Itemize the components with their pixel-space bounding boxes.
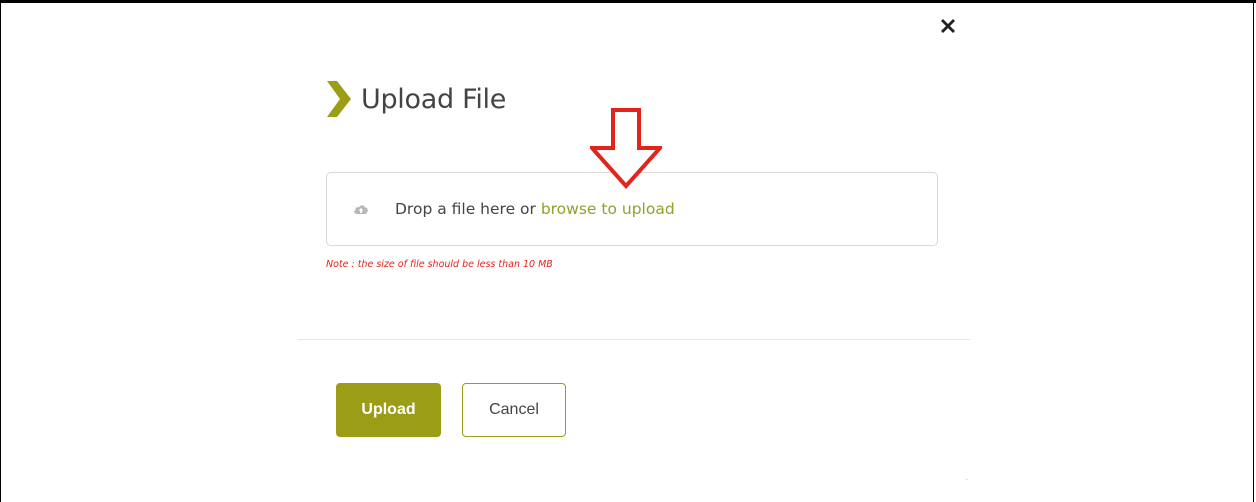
upload-button[interactable]: Upload [336, 383, 441, 437]
browse-to-upload-link[interactable]: browse to upload [541, 200, 675, 218]
cancel-button[interactable]: Cancel [462, 383, 566, 437]
frame-border-top [0, 0, 1256, 3]
decorative-dot [966, 479, 968, 480]
cloud-upload-icon [353, 202, 369, 214]
divider [298, 339, 970, 340]
close-icon[interactable] [938, 16, 958, 36]
chevron-right-icon [326, 80, 352, 118]
red-down-arrow-icon [587, 108, 665, 190]
drop-zone-prefix: Drop a file here or [395, 200, 541, 218]
frame-border-left [0, 0, 1, 502]
screenshot-frame [0, 0, 1256, 502]
frame-border-right [1253, 0, 1254, 502]
dialog-header: Upload File [326, 79, 506, 119]
file-size-note: Note : the size of file should be less t… [326, 259, 553, 270]
drop-zone-text: Drop a file here or browse to upload [395, 200, 675, 218]
page-title: Upload File [361, 83, 507, 115]
